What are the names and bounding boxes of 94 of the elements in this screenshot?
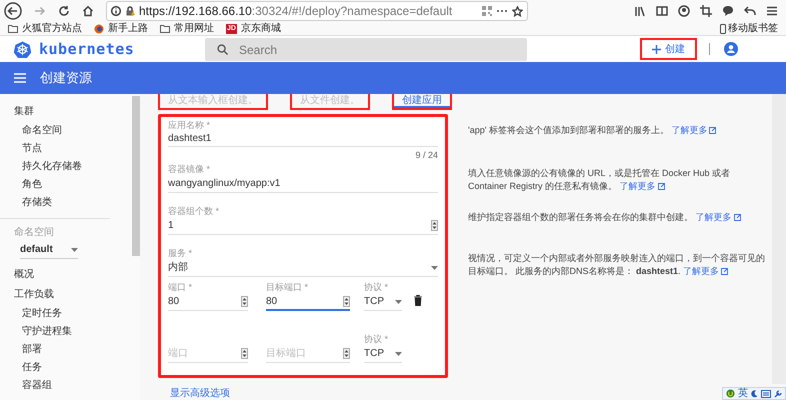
- field-label: 容器组个数 *: [168, 205, 220, 217]
- namespace-select[interactable]: default: [20, 241, 78, 259]
- external-link-icon: [709, 127, 716, 134]
- trash-icon[interactable]: [414, 295, 422, 306]
- sidebar-item[interactable]: 角色: [14, 176, 128, 194]
- phone-icon: [720, 24, 726, 34]
- protocol-select[interactable]: TCP: [364, 345, 402, 363]
- sidebar-item[interactable]: 命名空间: [14, 122, 128, 140]
- account-icon[interactable]: [678, 5, 690, 17]
- undo-icon[interactable]: [744, 5, 756, 17]
- help-text: 维护指定容器组个数的部署任务将会在你的集群中创建。 了解更多: [468, 211, 768, 224]
- spinner-arrows-icon[interactable]: [431, 220, 438, 231]
- spinner-arrows-icon[interactable]: [343, 348, 350, 359]
- field-label: 协议 *: [364, 281, 390, 293]
- globe-fox-icon: [94, 24, 104, 34]
- field-label: 端口 *: [168, 281, 194, 293]
- dropdown-caret-icon: [395, 300, 402, 304]
- advanced-options-link[interactable]: 显示高级选项: [170, 386, 230, 400]
- sidebar-item[interactable]: 概况: [14, 265, 128, 285]
- number-input[interactable]: 1: [168, 217, 438, 235]
- plus-icon: [652, 44, 661, 54]
- library-icon[interactable]: [634, 5, 646, 17]
- reload-icon[interactable]: [58, 5, 70, 17]
- external-link-icon: [721, 268, 728, 275]
- help-text: 视情况，可定义一个内部或者外部服务映射连入的端口，到一个容器可见的目标端口。 此服务的内部DNS名称将是： dashtest1. 了解更多: [468, 252, 766, 278]
- input-mode-label[interactable]: 英: [738, 388, 748, 399]
- create-button[interactable]: 创建: [640, 38, 697, 60]
- folder-icon: [8, 24, 18, 33]
- learn-more-link[interactable]: 了解更多: [683, 265, 728, 278]
- service-select[interactable]: 内部: [168, 259, 438, 277]
- spinner-arrows-icon[interactable]: [241, 348, 248, 359]
- tab[interactable]: 创建应用: [392, 94, 452, 110]
- bookmark-link[interactable]: 常用网址: [174, 22, 214, 34]
- search-field[interactable]: Search: [205, 38, 527, 61]
- moon-icon[interactable]: [751, 390, 758, 398]
- sidebar-item[interactable]: 任务: [14, 359, 128, 377]
- field-label: 目标端口 *: [266, 281, 310, 293]
- number-input[interactable]: 80: [168, 293, 248, 311]
- url-text: https://192.168.66.10:30324/#!/deploy?namespace=default: [139, 3, 454, 20]
- wrench-icon[interactable]: [774, 390, 782, 398]
- sidebar-item[interactable]: 存储类: [14, 194, 128, 212]
- info-icon: [111, 6, 121, 16]
- keyboard-icon[interactable]: [761, 390, 771, 398]
- sidebar-item[interactable]: 定时任务: [14, 305, 128, 323]
- text-input[interactable]: wangyanglinux/myapp:v1: [168, 175, 438, 193]
- sidebar-item[interactable]: 部署: [14, 341, 128, 359]
- sidebar-item[interactable]: 守护进程集: [14, 323, 128, 341]
- field-label: 容器镜像 *: [168, 163, 212, 175]
- protocol-select[interactable]: TCP: [364, 293, 402, 311]
- brand-name: kubernetes: [39, 38, 134, 60]
- field-label: 命名空间: [14, 226, 55, 240]
- learn-more-link[interactable]: 了解更多: [696, 211, 741, 224]
- sidebar-heading[interactable]: 工作负载: [14, 285, 128, 305]
- dropdown-caret-icon: [431, 266, 438, 270]
- spinner-arrows-icon[interactable]: [343, 296, 350, 306]
- character-counter: 9 / 24: [414, 149, 438, 161]
- bookmark-link[interactable]: 京东商城: [240, 22, 281, 34]
- external-link-icon: [658, 183, 665, 190]
- dropdown-caret-icon: [71, 248, 78, 252]
- crop-icon[interactable]: [700, 5, 712, 17]
- text-input[interactable]: dashtest1: [168, 131, 438, 147]
- ime-logo-icon: [726, 389, 735, 398]
- star-icon[interactable]: [512, 6, 523, 16]
- sidebar-item[interactable]: 容器组: [14, 377, 128, 395]
- external-link-icon: [734, 214, 741, 221]
- home-icon[interactable]: [82, 5, 94, 17]
- field-label: 应用名称 *: [168, 119, 212, 131]
- page-title: 创建资源: [40, 69, 92, 88]
- warning-lock-icon: [125, 6, 135, 16]
- search-icon: [217, 44, 228, 54]
- learn-more-link[interactable]: 了解更多: [671, 124, 716, 137]
- bookmark-link[interactable]: 火狐官方站点: [22, 22, 82, 34]
- help-text: 'app' 标签将会这个值添加到部署和部署的服务上。 了解更多: [468, 124, 768, 137]
- spinner-arrows-icon[interactable]: [241, 296, 248, 307]
- back-icon[interactable]: [4, 2, 22, 20]
- dropdown-caret-icon: [395, 352, 402, 356]
- sidebar-item[interactable]: 节点: [14, 140, 128, 158]
- sidebar-item[interactable]: 持久化存储卷: [14, 158, 128, 176]
- qr-code-icon[interactable]: [482, 6, 492, 16]
- menu-icon[interactable]: [766, 5, 778, 17]
- address-bar[interactable]: https://192.168.66.10:30324/#!/deploy?namespace=default: [106, 1, 528, 21]
- chat-icon[interactable]: [722, 5, 734, 17]
- user-avatar-icon[interactable]: [724, 42, 738, 56]
- number-input[interactable]: 80: [266, 293, 350, 311]
- learn-more-link[interactable]: 了解更多: [620, 180, 665, 193]
- reader-icon[interactable]: [656, 5, 668, 17]
- field-label: 服务 *: [168, 247, 194, 259]
- field-label: 协议 *: [364, 333, 390, 345]
- bookmark-link[interactable]: 移动版书签: [728, 22, 778, 34]
- helm-wheel-icon: [14, 40, 31, 58]
- bookmark-link[interactable]: 新手上路: [108, 22, 148, 34]
- folder-icon: [160, 24, 170, 33]
- sidebar-heading[interactable]: 集群: [14, 104, 128, 122]
- help-text: 填入任意镜像源的公有镜像的 URL，或是托管在 Docker Hub 或者 Container Registry 的任意私有镜像。 了解更多: [468, 167, 732, 193]
